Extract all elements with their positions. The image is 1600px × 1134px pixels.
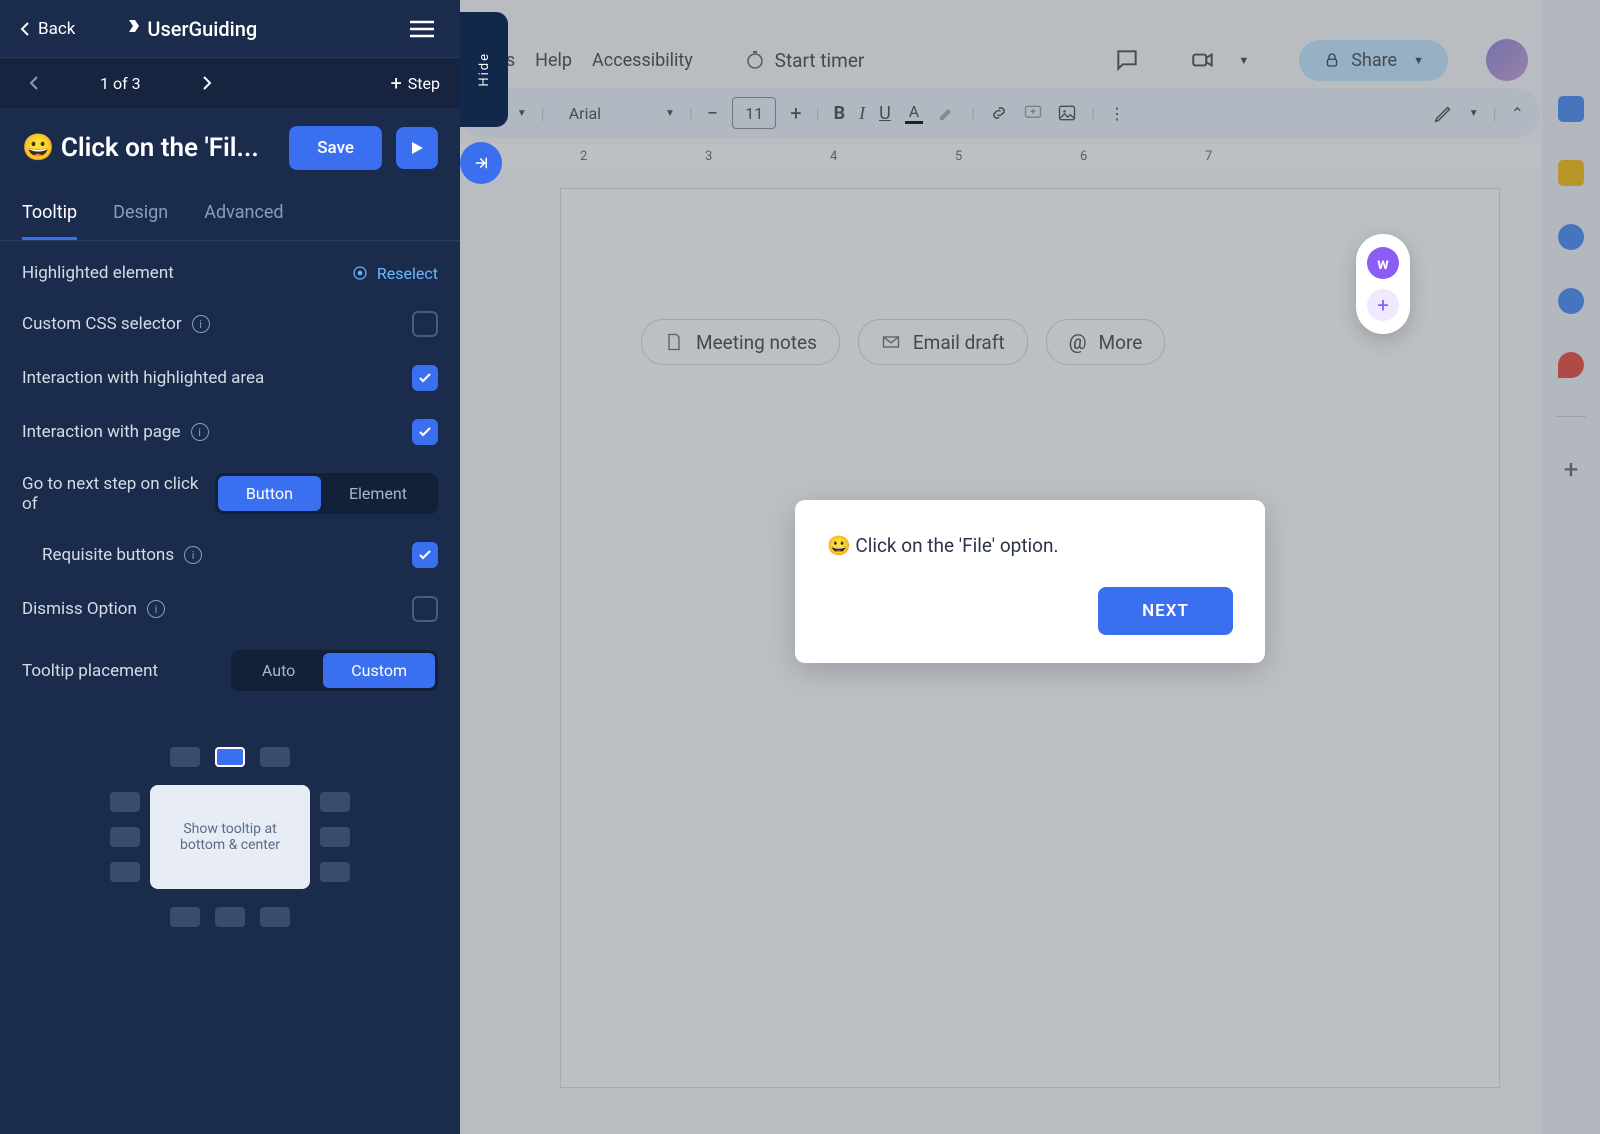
interaction-highlight-checkbox[interactable] (412, 365, 438, 391)
next-step-button[interactable] (193, 69, 221, 97)
hamburger-icon (410, 20, 434, 38)
widget-add-icon[interactable]: + (1367, 289, 1399, 321)
placement-top-center[interactable] (215, 747, 245, 767)
tab-tooltip[interactable]: Tooltip (22, 188, 77, 240)
tooltip-next-button[interactable]: NEXT (1098, 587, 1233, 635)
dismiss-option-checkbox[interactable] (412, 596, 438, 622)
placement-left-bottom[interactable] (110, 862, 140, 882)
back-button[interactable]: Back (20, 19, 75, 39)
widget-logo-icon[interactable]: w (1367, 247, 1399, 279)
info-icon[interactable]: i (191, 423, 209, 441)
plus-icon: + (390, 71, 401, 95)
interaction-page-checkbox[interactable] (412, 419, 438, 445)
reselect-button[interactable]: Reselect (351, 264, 438, 283)
play-icon (409, 140, 425, 156)
info-icon[interactable]: i (184, 546, 202, 564)
save-button[interactable]: Save (289, 126, 382, 170)
check-icon (418, 371, 432, 385)
tooltip-text: 😀 Click on the 'File' option. (827, 534, 1233, 557)
preview-play-button[interactable] (396, 127, 438, 169)
logo-icon (123, 18, 141, 40)
placement-right-middle[interactable] (320, 827, 350, 847)
step-title[interactable]: 😀 Click on the 'Fil... (22, 133, 275, 163)
css-selector-label: Custom CSS selector i (22, 314, 210, 334)
placement-grid: Show tooltip at bottom & center (22, 737, 438, 937)
arrow-right-collapse-icon (472, 154, 490, 172)
interaction-highlight-label: Interaction with highlighted area (22, 368, 264, 388)
target-icon (351, 264, 369, 282)
css-selector-checkbox[interactable] (412, 311, 438, 337)
add-step-button[interactable]: + Step (390, 71, 440, 95)
placement-auto-option[interactable]: Auto (234, 653, 323, 688)
brand-logo: UserGuiding (123, 17, 257, 41)
placement-right-bottom[interactable] (320, 862, 350, 882)
tooltip-preview: 😀 Click on the 'File' option. NEXT (795, 500, 1265, 663)
placement-left-middle[interactable] (110, 827, 140, 847)
next-step-button-option[interactable]: Button (218, 476, 321, 511)
placement-hint: Show tooltip at bottom & center (150, 785, 310, 889)
highlighted-element-label: Highlighted element (22, 263, 174, 283)
check-icon (418, 425, 432, 439)
placement-top-left[interactable] (170, 747, 200, 767)
placement-bottom-right[interactable] (260, 907, 290, 927)
placement-left-top[interactable] (110, 792, 140, 812)
check-icon (418, 548, 432, 562)
dismiss-option-label: Dismiss Option i (22, 599, 165, 619)
collapse-arrow-button[interactable] (460, 142, 502, 184)
info-icon[interactable]: i (192, 315, 210, 333)
menu-button[interactable] (404, 11, 440, 47)
placement-top-right[interactable] (260, 747, 290, 767)
tab-advanced[interactable]: Advanced (204, 188, 283, 240)
editor-sidebar: Back UserGuiding 1 of 3 + Step 😀 Click o… (0, 0, 460, 1134)
placement-bottom-left[interactable] (170, 907, 200, 927)
requisite-buttons-label: Requisite buttons i (42, 545, 202, 565)
collapse-panel-tab[interactable]: Hide (460, 12, 508, 127)
placement-custom-option[interactable]: Custom (323, 653, 435, 688)
placement-right-top[interactable] (320, 792, 350, 812)
chevron-left-icon (20, 21, 30, 37)
step-counter: 1 of 3 (100, 74, 141, 93)
tab-design[interactable]: Design (113, 188, 168, 240)
info-icon[interactable]: i (147, 600, 165, 618)
next-step-label: Go to next step on click of (22, 474, 215, 514)
next-step-element-option[interactable]: Element (321, 476, 435, 511)
chevron-left-icon (29, 75, 39, 91)
placement-bottom-center[interactable] (215, 907, 245, 927)
editor-tabs: Tooltip Design Advanced (0, 188, 460, 241)
placement-label: Tooltip placement (22, 661, 158, 681)
chevron-right-icon (202, 75, 212, 91)
prev-step-button[interactable] (20, 69, 48, 97)
requisite-buttons-checkbox[interactable] (412, 542, 438, 568)
floating-widget: w + (1356, 234, 1410, 334)
interaction-page-label: Interaction with page i (22, 422, 209, 442)
